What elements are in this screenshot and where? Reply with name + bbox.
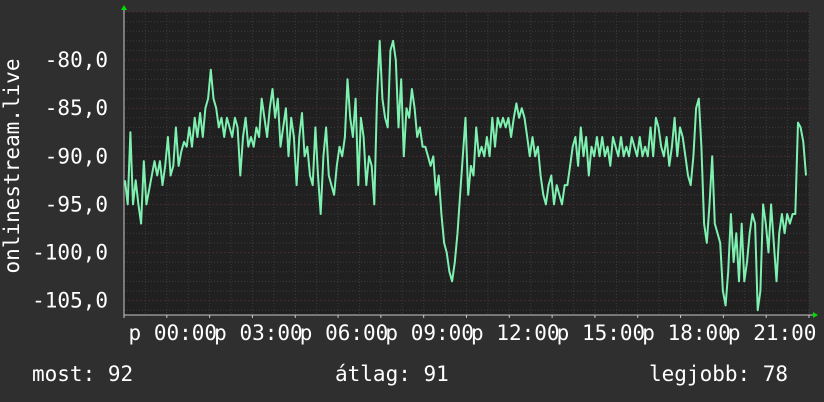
x-axis-arrow: [813, 312, 818, 318]
y-tick-label: -105,0: [32, 289, 108, 313]
current-value: most: 92: [32, 362, 134, 386]
x-tick-label: p 00:00: [129, 321, 218, 345]
chart-panel: -80,0 -85,0 -90,0 -95,0 -100,0 -105,0 p 00:00…: [0, 0, 824, 402]
best-value: legjobb: 78: [649, 362, 789, 386]
x-tick-label: p 12:00: [471, 321, 560, 345]
x-tick-label: p 09:00: [385, 321, 474, 345]
average-value: átlag: 91: [335, 362, 449, 386]
y-tick-labels: -80,0 -85,0 -90,0 -95,0 -100,0 -105,0: [32, 48, 108, 312]
y-tick-label: -80,0: [45, 48, 108, 72]
x-tick-label: p 18:00: [642, 321, 731, 345]
y-axis-label: onlinestream.live: [0, 59, 24, 274]
x-tick-label: p 06:00: [300, 321, 389, 345]
x-tick-label: p 21:00: [728, 321, 817, 345]
y-tick-label: -95,0: [45, 192, 108, 216]
y-tick-label: -90,0: [45, 144, 108, 168]
line-chart: -80,0 -85,0 -90,0 -95,0 -100,0 -105,0 p 00:00…: [0, 5, 818, 345]
x-tick-label: p 03:00: [214, 321, 303, 345]
y-tick-label: -100,0: [32, 240, 108, 264]
y-tick-label: -85,0: [45, 96, 108, 120]
x-tick-label: p 15:00: [557, 321, 646, 345]
x-tick-labels: p 00:00p 03:00p 06:00p 09:00p 12:00p 15:…: [129, 321, 817, 345]
y-axis-arrow: [121, 5, 127, 10]
